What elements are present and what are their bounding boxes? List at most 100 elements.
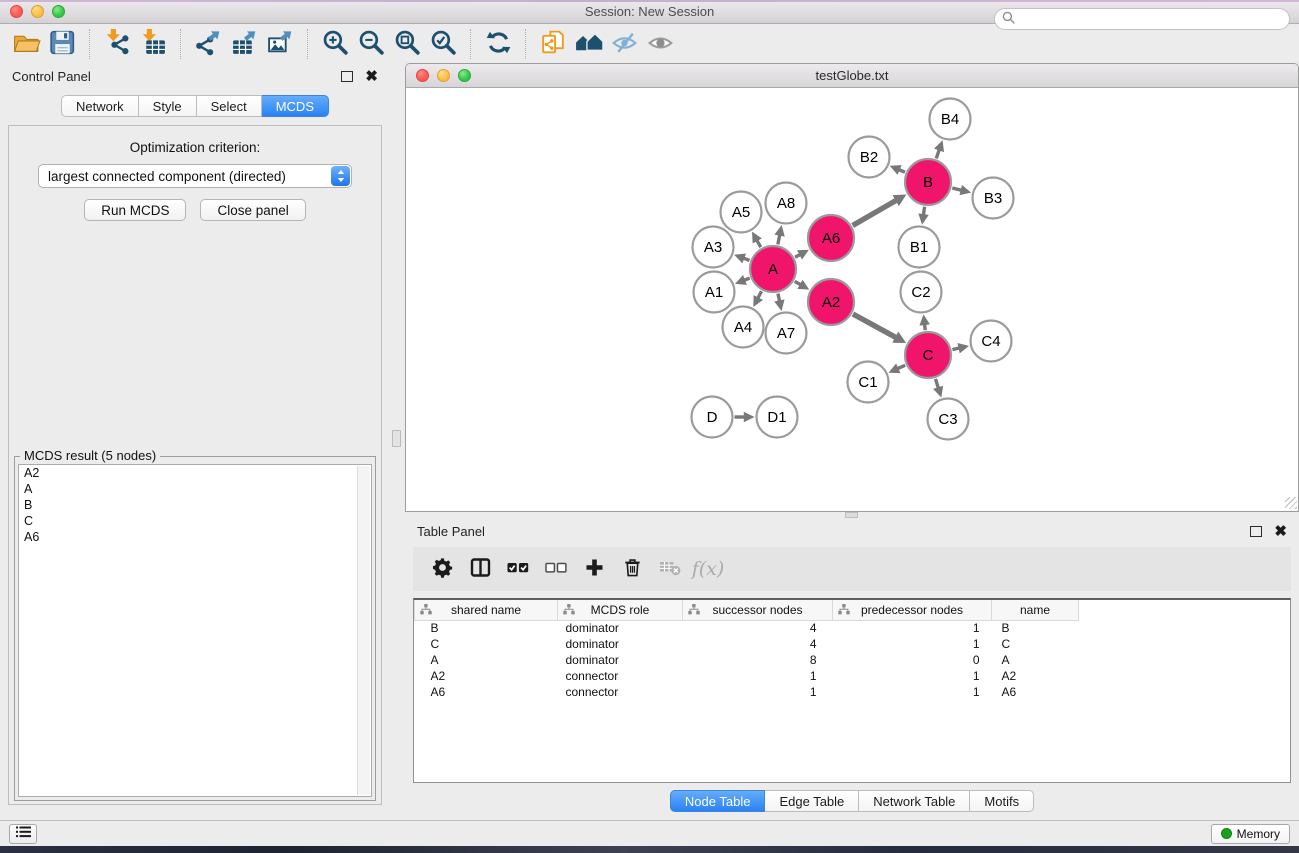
table-row[interactable]: Bdominator41B — [415, 620, 1079, 636]
mcds-result-item[interactable]: B — [19, 497, 371, 513]
table-cell[interactable]: 1 — [833, 668, 992, 684]
graph-edge-B-B4[interactable] — [934, 140, 944, 158]
graph-edge-C-C3[interactable] — [933, 379, 943, 398]
graph-node-C[interactable]: C — [905, 332, 951, 378]
new-network-from-selection-button[interactable] — [535, 27, 571, 61]
table-cell[interactable]: C — [992, 636, 1079, 652]
table-tab-network-table[interactable]: Network Table — [859, 790, 970, 812]
column-header-mcds-role[interactable]: MCDS role — [558, 600, 683, 620]
graph-edge-A6-B[interactable] — [853, 194, 907, 225]
delete-rows-button[interactable] — [619, 554, 645, 584]
table-cell[interactable]: 1 — [683, 684, 833, 700]
zoom-fit-button[interactable] — [389, 27, 425, 61]
table-cell[interactable]: B — [992, 620, 1079, 636]
graph-node-A2[interactable]: A2 — [808, 279, 854, 325]
run-mcds-button[interactable]: Run MCDS — [84, 199, 186, 221]
table-cell[interactable]: 8 — [683, 652, 833, 668]
save-session-button[interactable] — [44, 27, 80, 61]
table-cell[interactable]: B — [415, 620, 558, 636]
table-cell[interactable]: 1 — [833, 620, 992, 636]
select-all-rows-button[interactable] — [505, 554, 531, 584]
refresh-layout-button[interactable] — [480, 27, 516, 61]
graph-node-D1[interactable]: D1 — [757, 397, 798, 438]
deselect-all-rows-button[interactable] — [543, 554, 569, 584]
table-cell[interactable]: dominator — [558, 636, 683, 652]
task-history-button[interactable] — [9, 824, 37, 844]
table-cell[interactable]: A2 — [992, 668, 1079, 684]
table-cell[interactable]: connector — [558, 668, 683, 684]
hide-selected-button[interactable] — [607, 27, 643, 61]
resize-grip[interactable] — [1285, 497, 1297, 509]
result-list-scrollbar[interactable] — [357, 466, 370, 795]
graph-edge-A-A4[interactable] — [753, 291, 763, 307]
table-row[interactable]: Adominator80A — [415, 652, 1079, 668]
table-cell[interactable]: A6 — [992, 684, 1079, 700]
graph-edge-C-C2[interactable] — [919, 314, 929, 330]
export-table-button[interactable] — [226, 27, 262, 61]
graph-edge-A2-C[interactable] — [853, 314, 906, 343]
open-session-button[interactable] — [8, 27, 44, 61]
graph-node-D[interactable]: D — [692, 397, 733, 438]
graph-edge-A-A3[interactable] — [734, 253, 749, 263]
graph-edge-B-B3[interactable] — [952, 185, 971, 195]
table-cell[interactable]: 1 — [833, 684, 992, 700]
mcds-result-item[interactable]: C — [19, 513, 371, 529]
graph-edge-C-C1[interactable] — [889, 364, 906, 374]
graph-node-A[interactable]: A — [750, 246, 796, 292]
graph-edge-B-B1[interactable] — [918, 207, 928, 225]
graph-node-B4[interactable]: B4 — [930, 99, 971, 140]
export-image-button[interactable] — [262, 27, 298, 61]
graph-edge-A-A5[interactable] — [752, 232, 762, 248]
column-header-name[interactable]: name — [992, 600, 1079, 620]
divider-thumb[interactable] — [392, 430, 401, 447]
table-cell[interactable]: A — [415, 652, 558, 668]
table-tab-edge-table[interactable]: Edge Table — [765, 790, 859, 812]
table-row[interactable]: A2connector11A2 — [415, 668, 1079, 684]
table-cell[interactable]: A — [992, 652, 1079, 668]
import-network-button[interactable] — [99, 27, 135, 61]
search-field[interactable] — [994, 8, 1290, 30]
mcds-result-item[interactable]: A — [19, 481, 371, 497]
table-cell[interactable]: dominator — [558, 652, 683, 668]
graph-node-C1[interactable]: C1 — [848, 362, 889, 403]
mcds-result-item[interactable]: A6 — [19, 529, 371, 545]
table-cell[interactable]: dominator — [558, 620, 683, 636]
table-tab-motifs[interactable]: Motifs — [970, 790, 1034, 812]
first-neighbors-button[interactable] — [571, 27, 607, 61]
table-cell[interactable]: 1 — [683, 668, 833, 684]
graph-node-B2[interactable]: B2 — [849, 137, 890, 178]
zoom-in-button[interactable] — [317, 27, 353, 61]
table-cell[interactable]: A2 — [415, 668, 558, 684]
graph-node-A6[interactable]: A6 — [808, 215, 854, 261]
import-table-button[interactable] — [135, 27, 171, 61]
graph-node-B3[interactable]: B3 — [973, 178, 1014, 219]
optimization-dropdown[interactable]: largest connected component (directed) — [38, 164, 352, 188]
graph-edge-A-A7[interactable] — [774, 293, 784, 310]
table-cell[interactable]: connector — [558, 684, 683, 700]
export-network-button[interactable] — [190, 27, 226, 61]
graph-edge-A-A6[interactable] — [795, 250, 809, 260]
close-panel-icon[interactable]: ✖ — [365, 71, 378, 82]
search-input[interactable] — [1015, 12, 1282, 26]
graph-node-B[interactable]: B — [905, 159, 951, 205]
column-header-successor-nodes[interactable]: successor nodes — [683, 600, 833, 620]
tab-network[interactable]: Network — [61, 95, 139, 117]
close-table-panel-icon[interactable]: ✖ — [1274, 526, 1287, 537]
table-cell[interactable]: 1 — [833, 636, 992, 652]
column-header-shared-name[interactable]: shared name — [415, 600, 558, 620]
tab-select[interactable]: Select — [197, 95, 262, 117]
table-cell[interactable]: A6 — [415, 684, 558, 700]
table-cell[interactable]: 4 — [683, 636, 833, 652]
graph-node-A4[interactable]: A4 — [723, 307, 764, 348]
zoom-out-button[interactable] — [353, 27, 389, 61]
table-cell[interactable]: 4 — [683, 620, 833, 636]
graph-edge-A-A2[interactable] — [795, 280, 810, 290]
graph-node-A7[interactable]: A7 — [766, 313, 807, 354]
vertical-split-divider[interactable] — [390, 63, 405, 820]
float-panel-button[interactable] — [341, 71, 353, 82]
table-settings-button[interactable] — [429, 554, 455, 584]
graph-edge-B-B2[interactable] — [890, 165, 905, 175]
table-tab-node-table[interactable]: Node Table — [670, 790, 766, 812]
table-cell[interactable]: C — [415, 636, 558, 652]
graph-edge-A-A1[interactable] — [735, 275, 750, 285]
